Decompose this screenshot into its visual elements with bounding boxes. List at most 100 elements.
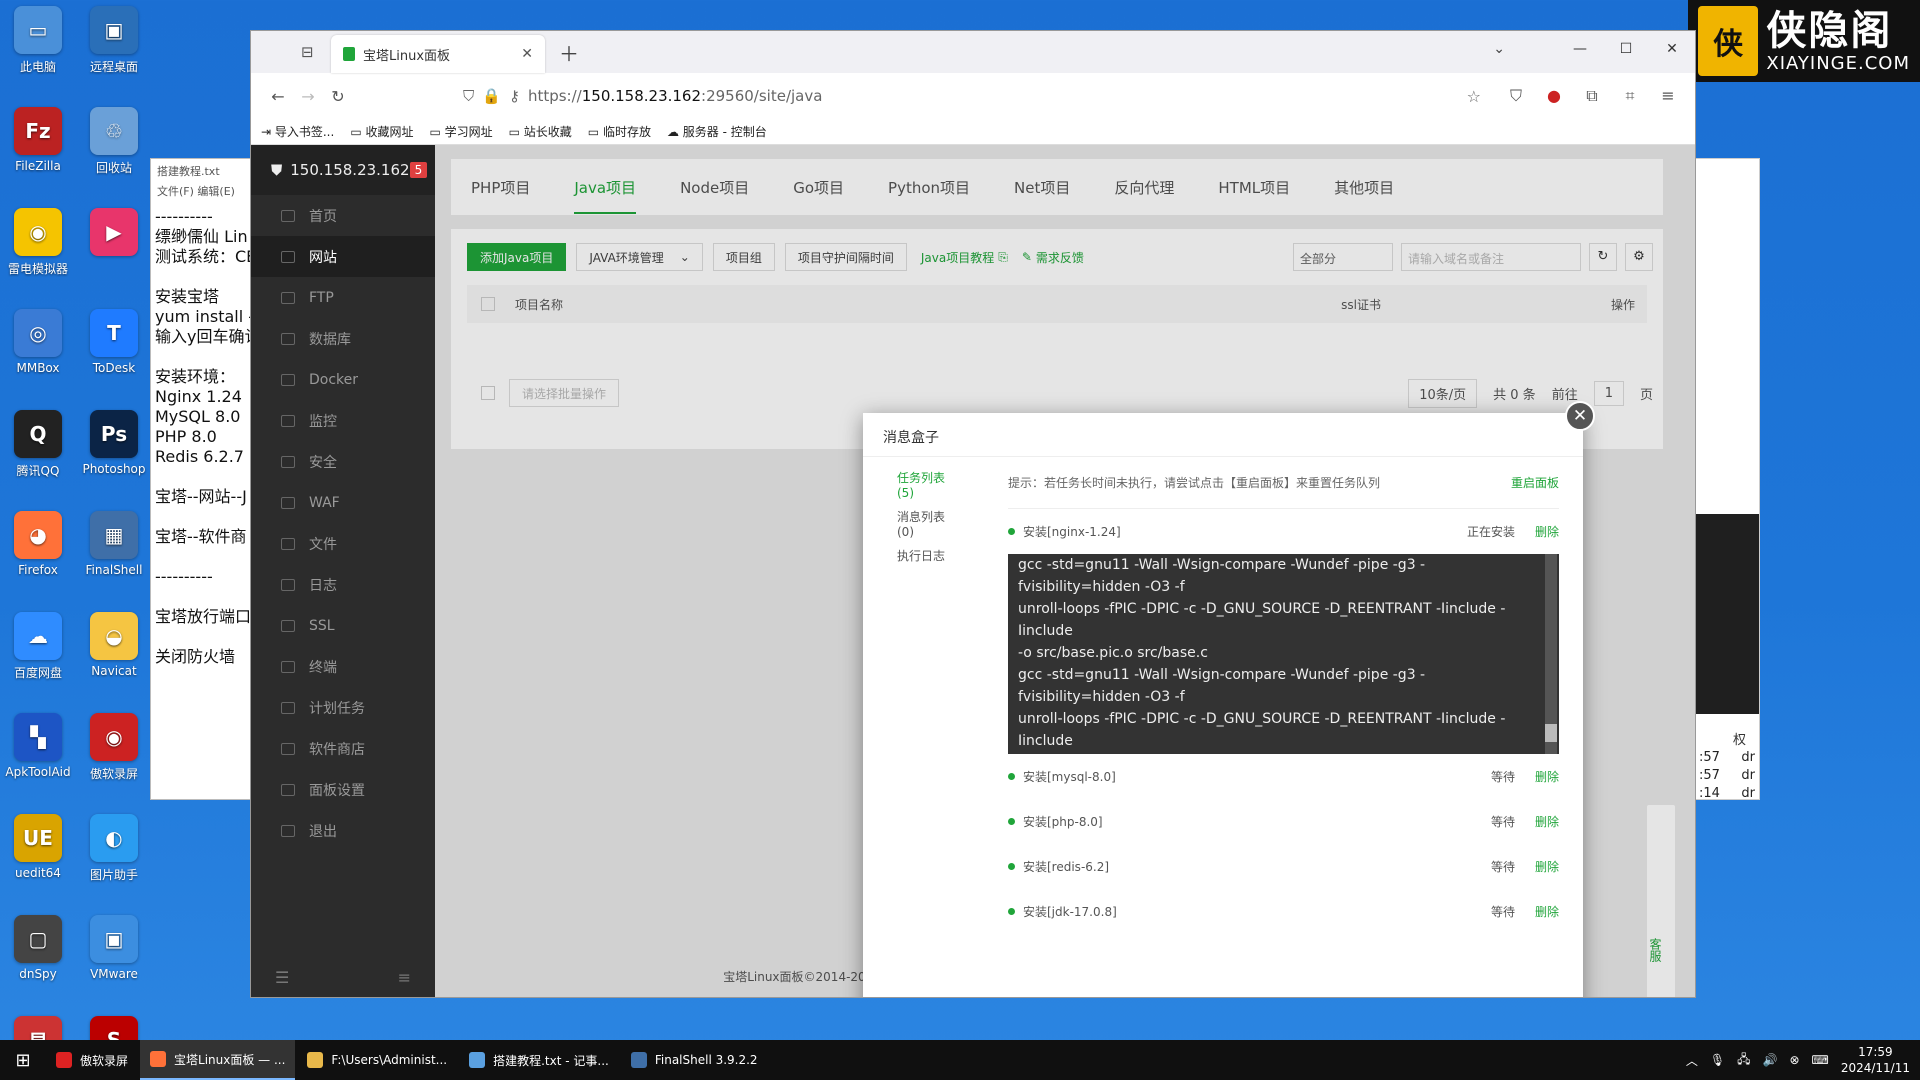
- pocket-icon[interactable]: ⛉: [1501, 86, 1531, 106]
- delete-task-button[interactable]: 删除: [1535, 523, 1559, 540]
- desktop-icon[interactable]: Fz FileZilla: [0, 107, 76, 173]
- desktop-icon[interactable]: ◒ Navicat: [76, 612, 152, 678]
- notification-badge[interactable]: 5: [409, 162, 428, 178]
- close-circle-icon[interactable]: ⊗: [1789, 1053, 1799, 1067]
- desktop-icon[interactable]: ◎ MMBox: [0, 309, 76, 375]
- notepad-body[interactable]: ---------- 缥缈儒仙 Lin 测试系统：CE 安装宝塔 yum install…: [151, 201, 259, 673]
- desktop-icon[interactable]: ◉ 傲软录屏: [76, 713, 152, 782]
- log-line: -o src/base.pic.o src/base.c: [1018, 645, 1208, 661]
- delete-task-button[interactable]: 删除: [1535, 768, 1559, 785]
- sidebar-item[interactable]: 文件: [251, 523, 435, 564]
- sidebar-item[interactable]: 首页: [251, 195, 435, 236]
- url-bar[interactable]: ⛉ 🔒 ⚷ https://150.158.23.162:29560/site/…: [463, 79, 1481, 113]
- clock[interactable]: 17:59 2024/11/11: [1841, 1044, 1910, 1076]
- input-method-icon[interactable]: ⌨: [1812, 1053, 1829, 1067]
- notepad-line: 宝塔--软件商: [155, 527, 247, 546]
- taskbar-item[interactable]: 搭建教程.txt - 记事...: [459, 1040, 619, 1080]
- crop-icon[interactable]: ⌗: [1615, 86, 1645, 106]
- network-icon[interactable]: 🖧: [1737, 1050, 1750, 1071]
- desktop-icon[interactable]: ◐ 图片助手: [76, 814, 152, 883]
- dialog-tab[interactable]: 消息列表 (0): [863, 496, 983, 539]
- expand-icon[interactable]: ≡: [398, 968, 411, 987]
- close-icon[interactable]: ✕: [521, 46, 533, 62]
- sidebar-item[interactable]: 面板设置: [251, 769, 435, 810]
- collapse-icon[interactable]: ☰: [275, 968, 289, 987]
- star-icon[interactable]: ☆: [1467, 87, 1481, 106]
- desktop-icon[interactable]: Q 腾讯QQ: [0, 410, 76, 479]
- install-log[interactable]: gcc -std=gnu11 -Wall -Wsign-compare -Wun…: [1008, 554, 1559, 754]
- sidebar-item[interactable]: 退出: [251, 810, 435, 851]
- desktop-icon[interactable]: ◉ 雷电模拟器: [0, 208, 76, 277]
- chevron-down-icon[interactable]: ⌄: [1493, 41, 1505, 57]
- close-icon[interactable]: ✕: [1565, 401, 1595, 431]
- bookmark-item[interactable]: ⇥ 导入书签...: [261, 123, 334, 140]
- avatar-icon[interactable]: ●: [1539, 86, 1569, 106]
- sidebar-item[interactable]: 数据库: [251, 318, 435, 359]
- chevron-up-icon[interactable]: ︿: [1686, 1052, 1698, 1069]
- close-window-icon[interactable]: ✕: [1649, 31, 1695, 67]
- desktop-icon-label: 远程桌面: [89, 60, 138, 74]
- bookmark-item[interactable]: ☁ 服务器 - 控制台: [667, 123, 767, 140]
- desktop-icon[interactable]: T ToDesk: [76, 309, 152, 375]
- menu-item-icon: [281, 742, 295, 755]
- back-icon[interactable]: ←: [263, 87, 293, 106]
- desktop-icon[interactable]: ▭ 此电脑: [0, 6, 76, 75]
- sidebar-item-label: 文件: [309, 536, 337, 553]
- taskbar-item[interactable]: 宝塔Linux面板 — ...: [140, 1040, 296, 1080]
- sidebar-item[interactable]: 终端: [251, 646, 435, 687]
- notepad-line: MySQL 8.0: [155, 407, 241, 426]
- notepad-menu[interactable]: 文件(F) 编辑(E): [151, 181, 259, 201]
- minimize-icon[interactable]: —: [1557, 31, 1603, 67]
- desktop-icon[interactable]: ♲ 回收站: [76, 107, 152, 176]
- taskbar-item[interactable]: F:\Users\Administ...: [297, 1040, 457, 1080]
- sidebar-item[interactable]: Docker: [251, 359, 435, 400]
- tab-active[interactable]: 宝塔Linux面板 ✕: [331, 35, 545, 73]
- notepad-window[interactable]: 搭建教程.txt 文件(F) 编辑(E) ---------- 缥缈儒仙 Lin 测…: [150, 158, 260, 800]
- bookmark-item[interactable]: ▭ 学习网址: [429, 123, 492, 140]
- sidebar-item[interactable]: 计划任务: [251, 687, 435, 728]
- extensions-icon[interactable]: ⧉: [1577, 86, 1607, 106]
- sidebar-item[interactable]: 软件商店: [251, 728, 435, 769]
- bookmark-item[interactable]: ▭ 站长收藏: [509, 123, 572, 140]
- desktop-icon[interactable]: ▦ FinalShell: [76, 511, 152, 577]
- taskbar-item[interactable]: FinalShell 3.9.2.2: [621, 1040, 768, 1080]
- desktop-icon[interactable]: ▶: [76, 208, 152, 260]
- watermark: 侠 侠隐阁 XIAYINGE.COM: [1688, 0, 1920, 82]
- sidebar-item[interactable]: WAF: [251, 482, 435, 523]
- bookmark-item[interactable]: ▭ 临时存放: [588, 123, 651, 140]
- plus-icon[interactable]: ＋: [559, 35, 579, 73]
- desktop-icon[interactable]: UE uedit64: [0, 814, 76, 880]
- delete-task-button[interactable]: 删除: [1535, 813, 1559, 830]
- dialog-tab[interactable]: 任务列表 (5): [863, 457, 983, 500]
- dialog-tab[interactable]: 执行日志: [863, 535, 983, 574]
- windows-start-icon[interactable]: ⊞: [0, 1040, 46, 1080]
- delete-task-button[interactable]: 删除: [1535, 858, 1559, 875]
- sidebar-item[interactable]: 网站: [251, 236, 435, 277]
- desktop-icon[interactable]: ▚ ApkToolAid: [0, 713, 76, 779]
- desktop-icon[interactable]: ▣ 远程桌面: [76, 6, 152, 75]
- restart-panel-link[interactable]: 重启面板: [1511, 474, 1559, 491]
- tab-list-icon[interactable]: ⊟: [301, 43, 314, 61]
- taskbar-item[interactable]: 傲软录屏: [46, 1040, 138, 1080]
- sidebar-item[interactable]: 安全: [251, 441, 435, 482]
- sidebar-item[interactable]: SSL: [251, 605, 435, 646]
- mic-icon[interactable]: 🎙: [1710, 1053, 1725, 1067]
- forward-icon[interactable]: →: [293, 87, 323, 106]
- volume-icon[interactable]: 🔊: [1762, 1053, 1777, 1067]
- reload-icon[interactable]: ↻: [323, 87, 353, 106]
- browser-window[interactable]: ⊟ 宝塔Linux面板 ✕ ＋ ⌄ — ☐ ✕ ← → ↻ ⛉ 🔒 ⚷ http…: [250, 30, 1696, 998]
- menu-icon[interactable]: ≡: [1653, 86, 1683, 106]
- desktop-icon[interactable]: ▣ VMware: [76, 915, 152, 981]
- bookmark-item[interactable]: ▭ 收藏网址: [350, 123, 413, 140]
- background-window-right[interactable]: 权 :57dr:57dr:14dr:20-r:26-r:26-r:26-r:26…: [1692, 158, 1760, 800]
- sidebar-item[interactable]: 日志: [251, 564, 435, 605]
- desktop-icon[interactable]: ◕ Firefox: [0, 511, 76, 577]
- maximize-icon[interactable]: ☐: [1603, 31, 1649, 67]
- desktop-icon[interactable]: ▢ dnSpy: [0, 915, 76, 981]
- sidebar-item[interactable]: 监控: [251, 400, 435, 441]
- sidebar-item[interactable]: FTP: [251, 277, 435, 318]
- delete-task-button[interactable]: 删除: [1535, 903, 1559, 920]
- desktop-icon[interactable]: ☁ 百度网盘: [0, 612, 76, 681]
- desktop-icon[interactable]: Ps Photoshop: [76, 410, 152, 476]
- log-scroll-thumb[interactable]: [1545, 724, 1557, 742]
